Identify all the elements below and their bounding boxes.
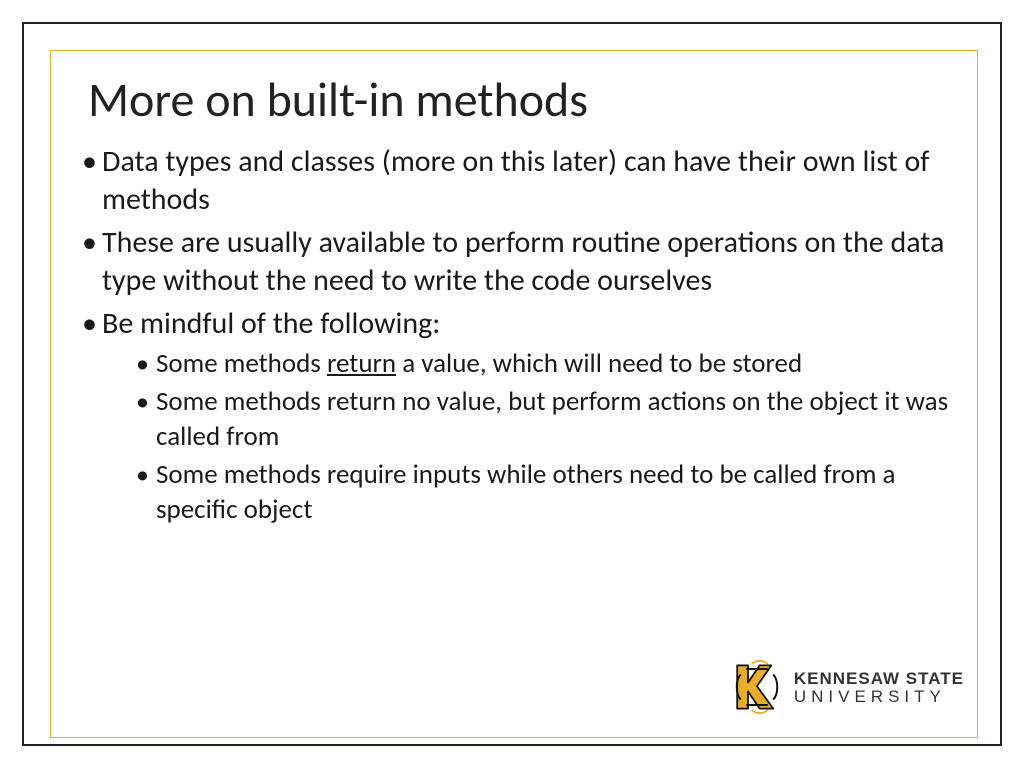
bullet-list: Data types and classes (more on this lat…: [80, 143, 954, 527]
slide-title: More on built-in methods: [88, 70, 954, 129]
sub-bullet-item: Some methods return a value, which will …: [136, 347, 954, 382]
bullet-item: Be mindful of the following: Some method…: [80, 305, 954, 527]
bullet-text: Data types and classes (more on this lat…: [102, 143, 929, 218]
sub-bullet-text-post: a value, which will need to be stored: [396, 347, 802, 380]
slide-content: More on built-in methods Data types and …: [80, 70, 954, 533]
sub-bullet-text: Some methods return no value, but perfor…: [156, 385, 948, 453]
logo-text: KENNESAW STATE UNIVERSITY: [794, 670, 964, 705]
sub-bullet-item: Some methods require inputs while others…: [136, 458, 954, 527]
sub-bullet-text-pre: Some methods: [156, 347, 327, 380]
university-logo: KENNESAW STATE UNIVERSITY: [730, 660, 964, 714]
bullet-item: These are usually available to perform r…: [80, 224, 954, 299]
ks-interlock-icon: [730, 660, 784, 714]
sub-bullet-list: Some methods return a value, which will …: [102, 347, 954, 528]
slide: More on built-in methods Data types and …: [0, 0, 1024, 768]
bullet-text: These are usually available to perform r…: [102, 224, 944, 299]
logo-line-1: KENNESAW STATE: [794, 670, 964, 687]
bullet-text: Be mindful of the following:: [102, 305, 440, 342]
sub-bullet-item: Some methods return no value, but perfor…: [136, 385, 954, 454]
logo-line-2: UNIVERSITY: [794, 688, 964, 705]
bullet-item: Data types and classes (more on this lat…: [80, 143, 954, 218]
sub-bullet-text-underline: return: [327, 347, 396, 380]
sub-bullet-text: Some methods require inputs while others…: [156, 458, 895, 526]
